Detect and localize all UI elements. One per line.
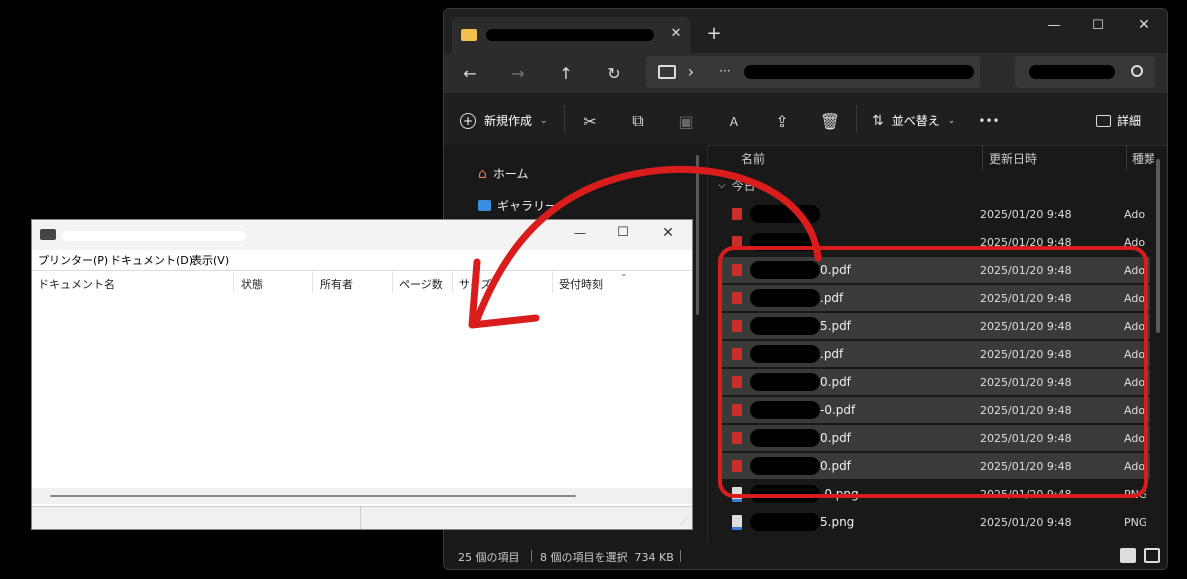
arrow-shaft xyxy=(472,165,822,326)
annotation-overlay xyxy=(468,165,1148,498)
selection-highlight-box xyxy=(718,246,1148,498)
